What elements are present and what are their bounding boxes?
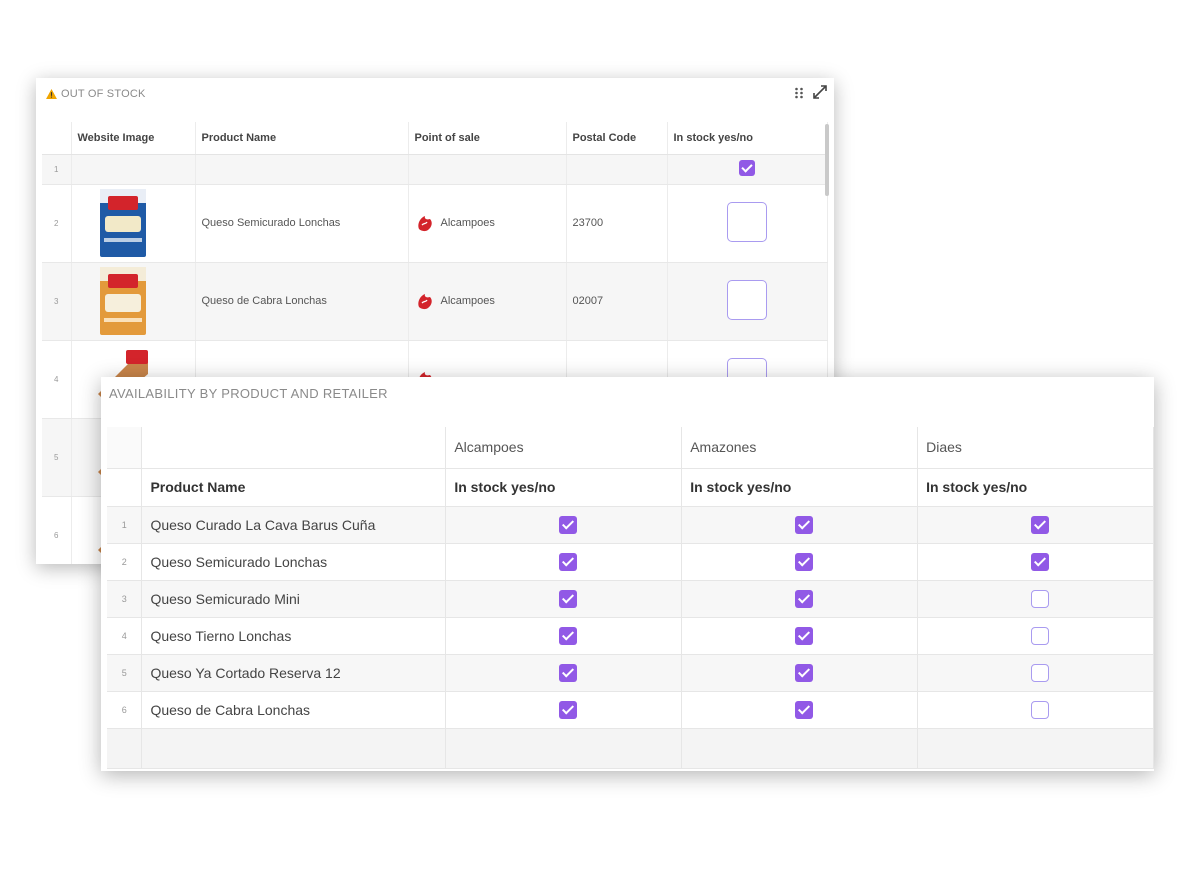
drag-handle-icon[interactable] — [794, 86, 804, 100]
row-number: 3 — [107, 580, 143, 618]
product-name-cell[interactable]: Queso Semicurado Mini — [141, 580, 447, 618]
in-stock-checkbox[interactable] — [1030, 663, 1049, 682]
column-header[interactable]: Website Image — [71, 122, 196, 155]
image-cell — [71, 154, 196, 185]
table-row: 3 Queso de Cabra Lonchas Alcampoes 02007 — [42, 262, 828, 341]
column-header[interactable]: Point of sale — [408, 122, 567, 155]
row-number: 4 — [42, 340, 72, 419]
row-number: 5 — [42, 418, 72, 497]
retailer-header-row: Alcampoes Amazones Diaes — [107, 427, 1154, 469]
point-of-sale-label: Alcampoes — [440, 295, 495, 307]
postal-code-cell[interactable] — [566, 154, 668, 185]
in-stock-checkbox[interactable] — [558, 552, 577, 571]
in-stock-header[interactable]: In stock yes/no — [445, 468, 683, 507]
row-number: 1 — [42, 154, 72, 185]
product-name-cell[interactable]: Queso Semicurado Lonchas — [141, 543, 447, 581]
table-row: 1 — [42, 154, 828, 185]
in-stock-checkbox[interactable] — [794, 589, 813, 608]
in-stock-header[interactable]: In stock yes/no — [681, 468, 919, 507]
in-stock-checkbox[interactable] — [739, 159, 755, 176]
alcampoes-logo-icon — [417, 294, 432, 310]
product-image-cabra — [99, 267, 146, 335]
in-stock-checkbox[interactable] — [794, 552, 813, 571]
column-header[interactable]: Postal Code — [566, 122, 668, 155]
table-row: 4 Queso Tierno Lonchas — [107, 617, 1154, 655]
in-stock-checkbox[interactable] — [1030, 700, 1049, 719]
in-stock-checkbox[interactable] — [558, 589, 577, 608]
product-name-cell[interactable] — [195, 154, 409, 185]
table-row: 2 Queso Semicurado Lonchas — [107, 543, 1154, 581]
product-name-cell[interactable]: Queso Curado La Cava Barus Cuña — [141, 506, 447, 544]
row-number: 2 — [107, 543, 143, 581]
in-stock-cell — [667, 154, 828, 185]
in-stock-checkbox[interactable] — [1030, 626, 1049, 645]
in-stock-checkbox[interactable] — [794, 663, 813, 682]
product-image-semicurado — [99, 189, 146, 257]
product-name-header[interactable]: Product Name — [141, 468, 447, 507]
panel-title: OUT OF STOCK — [61, 88, 146, 100]
row-number: 5 — [107, 654, 143, 692]
warning-icon — [46, 89, 57, 99]
in-stock-cell — [667, 184, 828, 263]
point-of-sale-cell[interactable] — [408, 154, 567, 185]
in-stock-checkbox[interactable] — [794, 700, 813, 719]
row-number: 1 — [107, 506, 143, 544]
row-number: 4 — [107, 617, 143, 655]
in-stock-checkbox[interactable] — [558, 515, 577, 534]
panel-title: AVAILABILITY BY PRODUCT AND RETAILER — [109, 386, 388, 401]
postal-code-cell[interactable]: 02007 — [566, 262, 668, 341]
panel-header: OUT OF STOCK — [36, 78, 834, 118]
row-number: 3 — [42, 262, 72, 341]
column-header[interactable]: Product Name — [195, 122, 409, 155]
in-stock-checkbox[interactable] — [1030, 552, 1049, 571]
in-stock-checkbox[interactable] — [558, 626, 577, 645]
in-stock-cell — [667, 262, 828, 341]
table-row: 2 Queso Semicurado Lonchas — [42, 184, 828, 263]
row-number-header — [42, 122, 72, 155]
in-stock-checkbox[interactable] — [794, 626, 813, 645]
in-stock-checkbox[interactable] — [794, 515, 813, 534]
table-row: 3 Queso Semicurado Mini — [107, 580, 1154, 618]
product-name-cell[interactable]: Queso Tierno Lonchas — [141, 617, 447, 655]
in-stock-checkbox[interactable] — [558, 663, 577, 682]
retailer-header[interactable]: Diaes — [917, 427, 1154, 469]
in-stock-header[interactable]: In stock yes/no — [917, 468, 1154, 507]
point-of-sale-label: Alcampoes — [440, 217, 495, 229]
row-number: 2 — [42, 184, 72, 263]
vertical-scrollbar[interactable] — [825, 124, 829, 196]
row-number: 6 — [107, 691, 143, 729]
row-number: 6 — [42, 496, 72, 564]
retailer-header[interactable]: Amazones — [681, 427, 919, 469]
postal-code-cell[interactable]: 23700 — [566, 184, 668, 263]
empty-row — [107, 728, 1154, 769]
retailer-header[interactable]: Alcampoes — [445, 427, 683, 469]
in-stock-checkbox[interactable] — [1030, 589, 1049, 608]
product-name-cell[interactable]: Queso de Cabra Lonchas — [195, 262, 409, 341]
column-header[interactable]: In stock yes/no — [667, 122, 828, 155]
image-cell — [71, 184, 196, 263]
availability-panel: AVAILABILITY BY PRODUCT AND RETAILER Alc… — [101, 377, 1154, 771]
in-stock-checkbox[interactable] — [558, 700, 577, 719]
point-of-sale-cell[interactable]: Alcampoes — [408, 262, 567, 341]
table-row: 1 Queso Curado La Cava Barus Cuña — [107, 506, 1154, 544]
in-stock-checkbox[interactable] — [1030, 515, 1049, 534]
table-row: 6 Queso de Cabra Lonchas — [107, 691, 1154, 729]
alcampoes-logo-icon — [417, 216, 432, 232]
image-cell — [71, 262, 196, 341]
product-name-cell[interactable]: Queso de Cabra Lonchas — [141, 691, 447, 729]
product-name-cell[interactable]: Queso Semicurado Lonchas — [195, 184, 409, 263]
expand-icon[interactable] — [812, 84, 828, 100]
point-of-sale-cell[interactable]: Alcampoes — [408, 184, 567, 263]
in-stock-checkbox[interactable] — [727, 279, 767, 320]
product-name-cell[interactable]: Queso Ya Cortado Reserva 12 — [141, 654, 447, 692]
column-header-row: Product Name In stock yes/no In stock ye… — [107, 468, 1154, 507]
table-row: 5 Queso Ya Cortado Reserva 12 — [107, 654, 1154, 692]
in-stock-checkbox[interactable] — [727, 201, 767, 242]
table-header-row: Website Image Product Name Point of sale… — [42, 122, 828, 155]
availability-table: Alcampoes Amazones Diaes Product Name In… — [107, 427, 1154, 769]
